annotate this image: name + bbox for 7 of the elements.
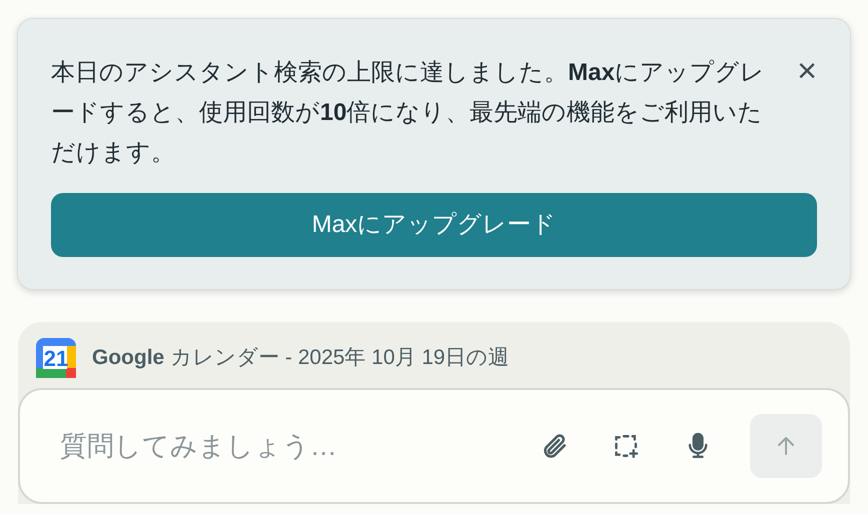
upgrade-button[interactable]: Maxにアップグレード — [51, 193, 817, 257]
source-title: カレンダー - 2025年 10月 19日の週 — [170, 345, 510, 372]
close-button[interactable]: × — [793, 53, 821, 89]
question-field[interactable]: 質問してみましょう… — [60, 426, 532, 466]
limit-message: 本日のアシスタント検索の上限に達しました。Maxにアップグレードすると、使用回数が10倍になり、最先端の機能をご利用いただけます。 — [51, 58, 766, 168]
selection-icon — [613, 433, 639, 459]
source-name: Google — [92, 345, 164, 372]
